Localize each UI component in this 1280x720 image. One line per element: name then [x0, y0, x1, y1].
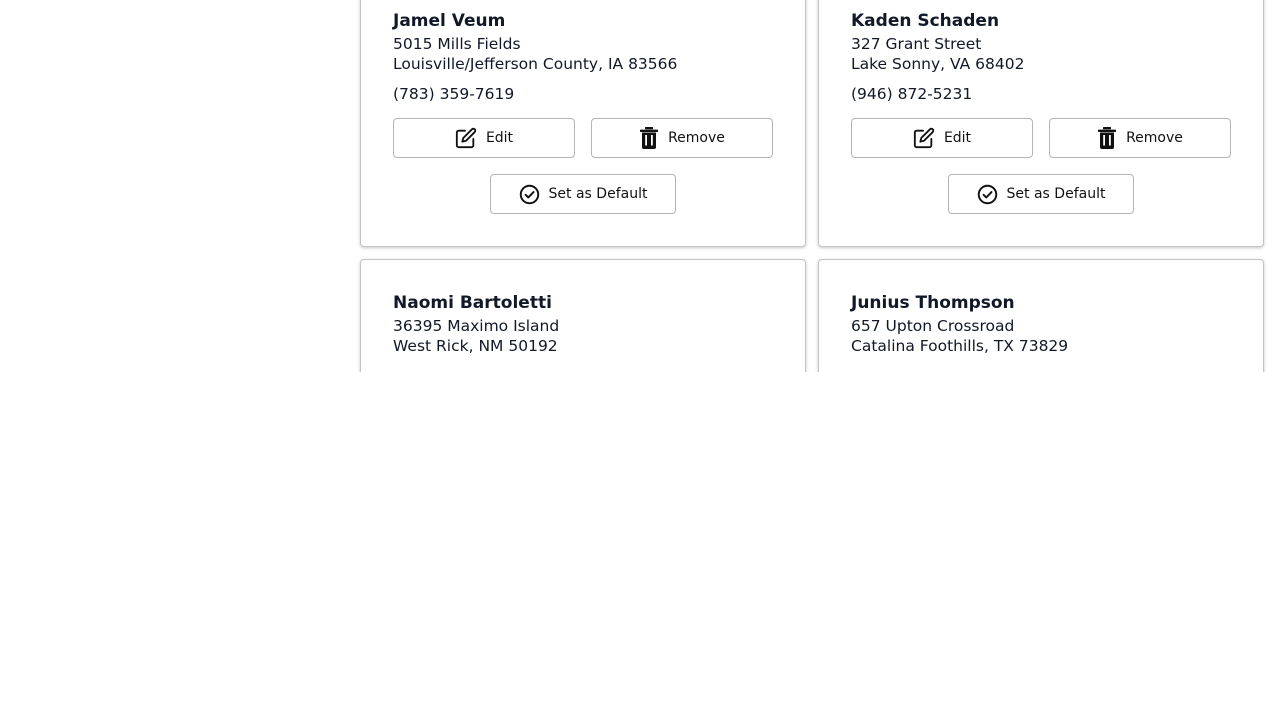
address-city-line: Lake Sonny, VA 68402: [851, 55, 1025, 73]
address-city-line: West Rick, NM 50192: [393, 337, 558, 355]
address-card: Jamel Veum 5015 Mills Fields Louisville/…: [360, 0, 806, 247]
address-name: Jamel Veum: [393, 11, 506, 31]
address-lines: 36395 Maximo Island West Rick, NM 50192: [393, 316, 559, 356]
trash-icon: [639, 127, 659, 149]
edit-icon: [913, 127, 935, 149]
address-card: Naomi Bartoletti 36395 Maximo Island Wes…: [360, 259, 806, 372]
trash-icon: [1097, 127, 1117, 149]
address-street: 5015 Mills Fields: [393, 35, 521, 53]
address-name: Kaden Schaden: [851, 11, 1000, 31]
edit-button[interactable]: Edit: [393, 118, 575, 158]
address-card: Kaden Schaden 327 Grant Street Lake Sonn…: [818, 0, 1264, 247]
set-default-button[interactable]: Set as Default: [948, 174, 1134, 214]
address-book-viewport: Jamel Veum 5015 Mills Fields Louisville/…: [0, 0, 1280, 372]
remove-button-label: Remove: [668, 130, 725, 146]
address-lines: 657 Upton Crossroad Catalina Foothills, …: [851, 316, 1068, 356]
address-city-line: Louisville/Jefferson County, IA 83566: [393, 55, 678, 73]
set-default-button[interactable]: Set as Default: [490, 174, 676, 214]
address-card: Junius Thompson 657 Upton Crossroad Cata…: [818, 259, 1264, 372]
remove-button[interactable]: Remove: [1049, 118, 1231, 158]
address-street: 327 Grant Street: [851, 35, 982, 53]
address-lines: 327 Grant Street Lake Sonny, VA 68402: [851, 34, 1024, 74]
address-name: Naomi Bartoletti: [393, 293, 552, 313]
edit-button-label: Edit: [485, 130, 514, 146]
edit-icon: [455, 127, 477, 149]
set-default-button-label: Set as Default: [1006, 186, 1106, 202]
edit-button-label: Edit: [943, 130, 972, 146]
address-lines: 5015 Mills Fields Louisville/Jefferson C…: [393, 34, 677, 74]
check-circle-icon: [519, 184, 540, 205]
check-circle-icon: [977, 184, 998, 205]
address-phone: (946) 872-5231: [851, 85, 973, 103]
edit-button[interactable]: Edit: [851, 118, 1033, 158]
set-default-button-label: Set as Default: [548, 186, 648, 202]
remove-button-label: Remove: [1126, 130, 1183, 146]
address-city-line: Catalina Foothills, TX 73829: [851, 337, 1069, 355]
address-phone: (783) 359-7619: [393, 85, 515, 103]
address-street: 657 Upton Crossroad: [851, 317, 1015, 335]
remove-button[interactable]: Remove: [591, 118, 773, 158]
address-name: Junius Thompson: [851, 293, 1015, 313]
address-street: 36395 Maximo Island: [393, 317, 560, 335]
